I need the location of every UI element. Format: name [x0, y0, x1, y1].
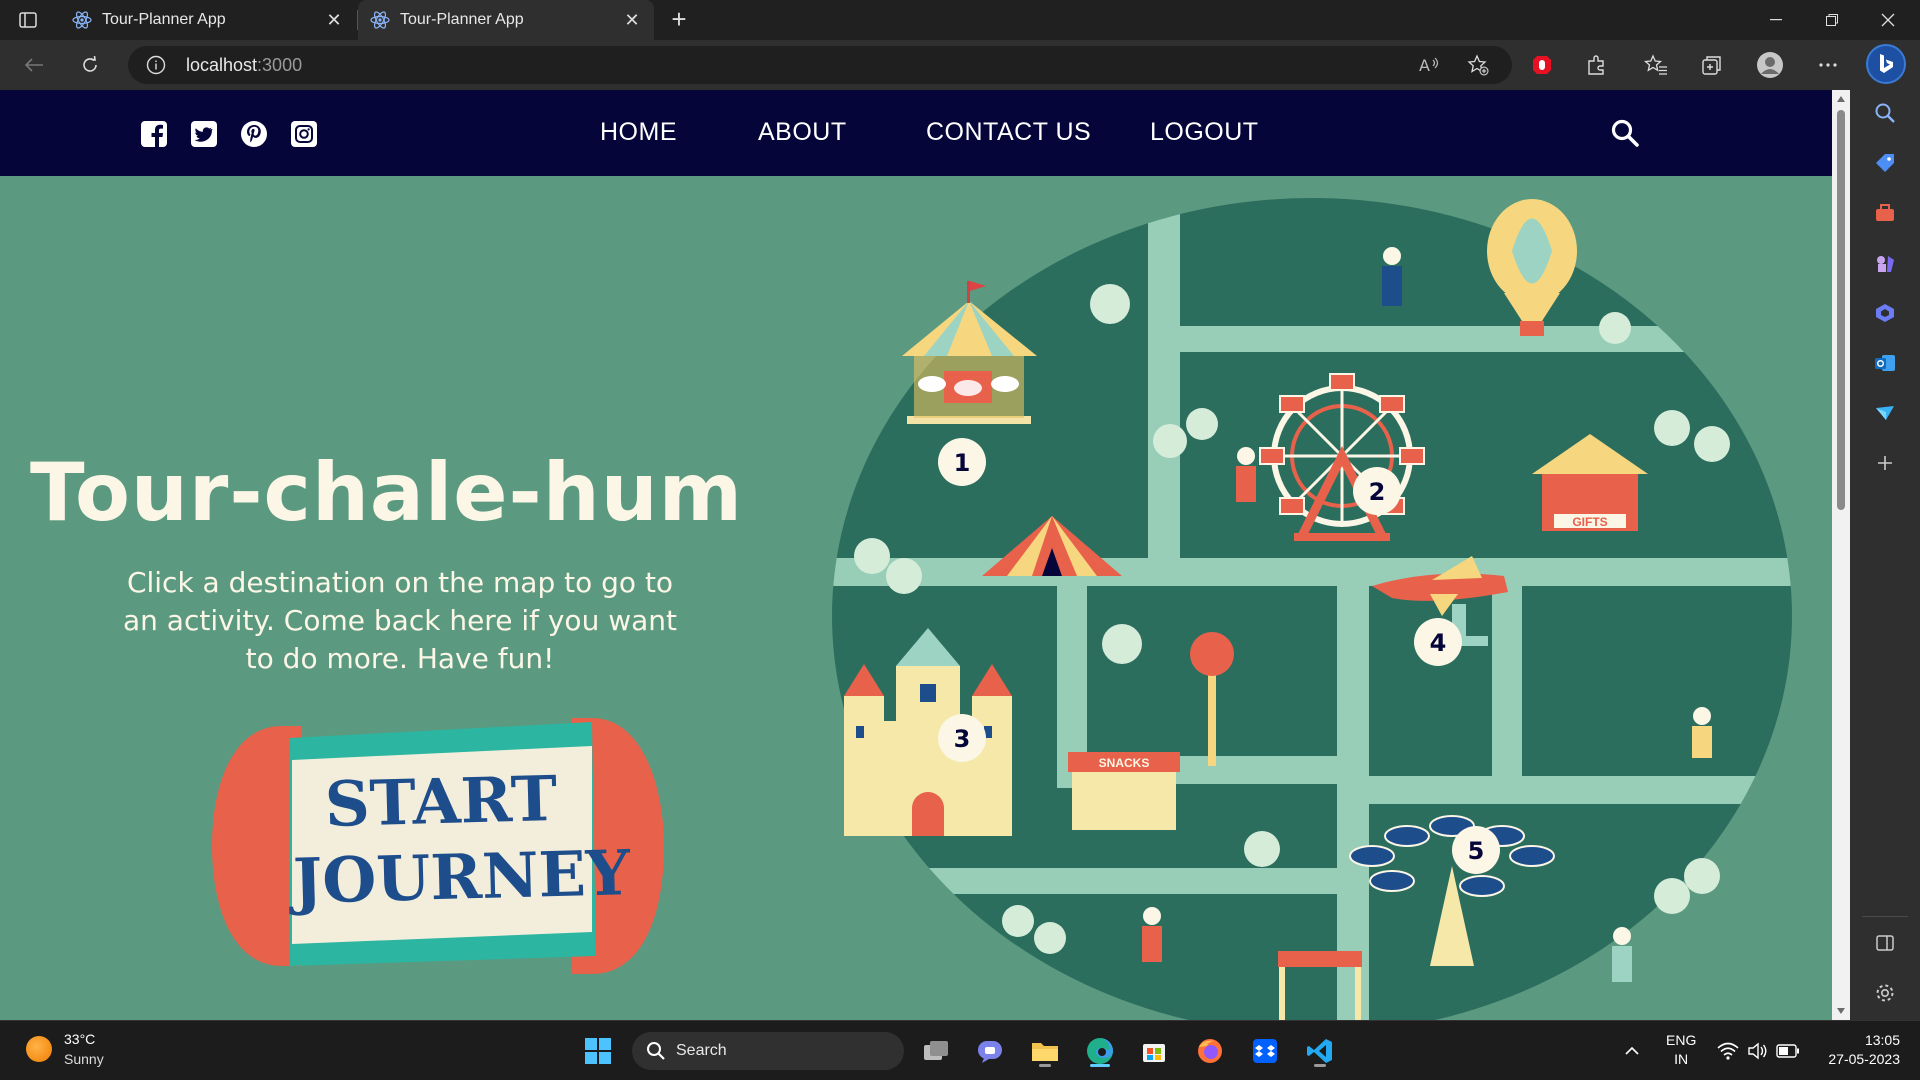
system-clock[interactable]: 13:05 27-05-2023 — [1808, 1031, 1900, 1069]
read-aloud-icon[interactable]: A — [1418, 53, 1442, 77]
start-journey-label: START JOURNEY — [292, 761, 631, 918]
react-icon — [370, 11, 390, 29]
site-navbar: HOME ABOUT CONTACT US LOGOUT — [0, 90, 1832, 176]
tab-title: Tour-Planner App — [400, 11, 524, 28]
sun-weather-icon[interactable] — [26, 1036, 52, 1062]
browser-toolbar: localhost:3000 A — [0, 40, 1920, 90]
collections-icon[interactable] — [1696, 49, 1728, 81]
site-info-icon[interactable] — [146, 55, 166, 75]
reload-icon[interactable] — [74, 49, 106, 81]
running-indicator — [1039, 1064, 1051, 1067]
file-explorer-icon[interactable] — [1027, 1033, 1063, 1069]
search-icon[interactable] — [1610, 118, 1640, 148]
page-viewport: HOME ABOUT CONTACT US LOGOUT Tour-chale-… — [0, 90, 1832, 1020]
nav-home-link[interactable]: HOME — [600, 118, 677, 147]
facebook-icon[interactable] — [140, 120, 168, 148]
start-journey-button[interactable]: START JOURNEY — [212, 716, 664, 976]
twitter-icon[interactable] — [190, 120, 218, 148]
destination-5-marker[interactable]: 5 — [1468, 837, 1485, 865]
browser-tab-active[interactable]: Tour-Planner App ✕ — [358, 0, 654, 40]
show-hidden-icons-chevron-icon[interactable] — [1614, 1033, 1650, 1069]
search-icon — [647, 1042, 665, 1060]
tools-briefcase-icon[interactable] — [1872, 200, 1898, 226]
park-map: GIFTS SNACKS 1 2 3 4 5 — [832, 198, 1792, 1020]
clock-date: 27-05-2023 — [1828, 1051, 1900, 1067]
start-windows-icon[interactable] — [580, 1033, 616, 1069]
microsoft-365-icon[interactable] — [1872, 300, 1898, 326]
close-tab-icon[interactable]: ✕ — [622, 10, 642, 30]
hero-subtitle: Click a destination on the map to go to … — [122, 566, 677, 675]
taskbar-search-label: Search — [676, 1042, 727, 1059]
destination-1-marker[interactable]: 1 — [954, 449, 971, 477]
favorites-icon[interactable] — [1640, 49, 1672, 81]
edge-browser-icon[interactable] — [1082, 1033, 1118, 1069]
tab-actions-icon[interactable] — [14, 8, 42, 32]
sidebar-search-icon[interactable] — [1872, 100, 1898, 126]
close-window-icon[interactable] — [1860, 0, 1916, 40]
edge-sidebar — [1850, 90, 1920, 1020]
new-tab-button[interactable]: + — [665, 6, 693, 34]
destination-2-marker[interactable]: 2 — [1369, 478, 1386, 506]
weather-description[interactable]: Sunny — [64, 1051, 104, 1067]
address-bar[interactable]: localhost:3000 A — [128, 46, 1512, 84]
extensions-icon[interactable] — [1580, 49, 1612, 81]
games-chess-icon[interactable] — [1872, 250, 1898, 276]
hero-title: Tour-chale-hum — [30, 446, 744, 539]
firefox-icon[interactable] — [1192, 1033, 1228, 1069]
gifts-sign: GIFTS — [1572, 515, 1607, 529]
scroll-thumb[interactable] — [1837, 110, 1845, 510]
hide-sidebar-icon[interactable] — [1872, 930, 1898, 956]
url-text: localhost:3000 — [186, 55, 303, 75]
tab-strip: Tour-Planner App ✕ Tour-Planner App ✕ + — [0, 0, 1920, 40]
hero-section: Tour-chale-hum Click a destination on th… — [0, 176, 1832, 1020]
destination-3-marker[interactable]: 3 — [954, 725, 971, 753]
windows-taskbar: 33°C Sunny Search ENG IN 13:05 27-05-202… — [0, 1020, 1920, 1080]
back-icon[interactable] — [18, 49, 50, 81]
task-view-icon[interactable] — [918, 1033, 954, 1069]
nav-about-link[interactable]: ABOUT — [758, 118, 847, 147]
profile-avatar[interactable] — [1754, 49, 1786, 81]
copilot-bing-icon[interactable] — [1866, 44, 1906, 84]
dropbox-icon[interactable] — [1247, 1033, 1283, 1069]
nav-logout-link[interactable]: LOGOUT — [1150, 118, 1259, 147]
pinterest-icon[interactable] — [240, 120, 268, 148]
more-menu-icon[interactable] — [1812, 49, 1844, 81]
running-indicator — [1314, 1064, 1326, 1067]
destination-4-marker[interactable]: 4 — [1430, 629, 1447, 657]
outlook-icon[interactable] — [1872, 350, 1898, 376]
scroll-up-arrow-icon[interactable] — [1836, 94, 1846, 104]
weather-temperature[interactable]: 33°C — [64, 1031, 95, 1047]
sidebar-divider — [1862, 916, 1908, 917]
snacks-stand: SNACKS — [1068, 752, 1180, 830]
input-language[interactable]: ENG IN — [1666, 1031, 1696, 1069]
scroll-down-arrow-icon[interactable] — [1836, 1006, 1846, 1016]
add-sidebar-app-icon[interactable] — [1872, 450, 1898, 476]
adblock-extension-icon[interactable] — [1526, 49, 1558, 81]
drop-send-icon[interactable] — [1872, 400, 1898, 426]
vscode-icon[interactable] — [1302, 1033, 1338, 1069]
battery-icon[interactable] — [1770, 1033, 1806, 1069]
instagram-icon[interactable] — [290, 120, 318, 148]
nav-contact-link[interactable]: CONTACT US — [926, 118, 1091, 147]
add-favorite-icon[interactable] — [1466, 53, 1490, 77]
svg-text:A: A — [1419, 56, 1430, 74]
minimize-icon[interactable] — [1748, 0, 1804, 40]
tab-title: Tour-Planner App — [102, 11, 226, 28]
clock-time: 13:05 — [1864, 1032, 1900, 1048]
taskbar-search[interactable]: Search — [632, 1032, 904, 1070]
sidebar-settings-icon[interactable] — [1872, 980, 1898, 1006]
page-scrollbar[interactable] — [1832, 90, 1850, 1020]
shopping-tag-icon[interactable] — [1872, 150, 1898, 176]
close-tab-icon[interactable]: ✕ — [324, 10, 344, 30]
snacks-sign: SNACKS — [1099, 756, 1150, 770]
teams-chat-icon[interactable] — [972, 1033, 1008, 1069]
restore-icon[interactable] — [1804, 0, 1860, 40]
running-indicator — [1090, 1064, 1110, 1067]
browser-tab[interactable]: Tour-Planner App ✕ — [60, 0, 356, 40]
react-icon — [72, 11, 92, 29]
microsoft-store-icon[interactable] — [1136, 1033, 1172, 1069]
